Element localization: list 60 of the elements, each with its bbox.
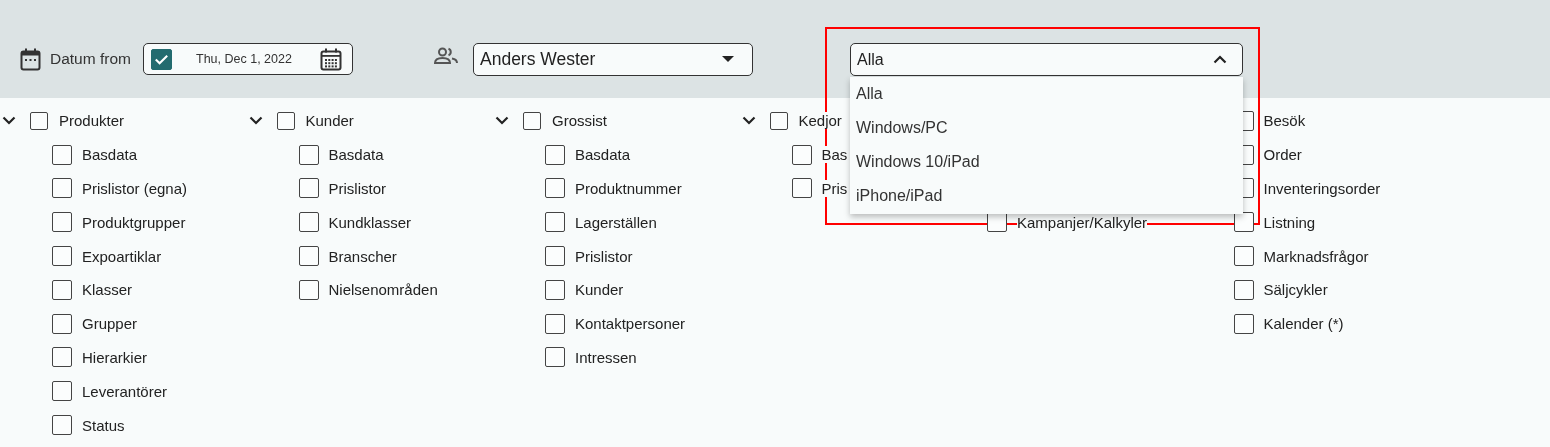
checkbox[interactable] (769, 111, 788, 130)
checkbox[interactable] (545, 178, 565, 199)
caret-icon (722, 56, 734, 63)
chevron-icon[interactable] (741, 116, 756, 126)
calendar-icon (20, 48, 41, 71)
person-select[interactable]: Anders Wester (473, 43, 753, 76)
checkbox[interactable] (545, 212, 565, 233)
menu-option[interactable]: Alla (850, 77, 1243, 111)
checkbox[interactable] (52, 144, 72, 165)
checkbox[interactable] (52, 313, 72, 334)
checkbox[interactable] (1233, 212, 1254, 233)
checkbox[interactable] (52, 381, 72, 402)
platform-select[interactable]: Alla (850, 43, 1243, 76)
checkbox[interactable] (52, 212, 72, 233)
checkbox-label: Produktnummer (575, 180, 682, 197)
checkbox[interactable] (545, 246, 565, 267)
menu-option[interactable]: Windows 10/iPad (850, 145, 1243, 179)
checkbox-label: Pris (821, 180, 848, 197)
checkbox[interactable] (1233, 279, 1254, 300)
date-label: Datum from (50, 50, 131, 68)
menu-option[interactable]: Windows/PC (850, 111, 1243, 145)
menu-option[interactable]: iPhone/iPad (850, 179, 1243, 213)
checkbox-label: Bas (821, 146, 848, 164)
group-label: Kedjor (798, 112, 842, 130)
chevron-icon[interactable] (2, 116, 16, 126)
checkbox-label: Prislistor (328, 180, 386, 197)
checkbox[interactable] (52, 347, 72, 368)
checkbox[interactable] (545, 279, 565, 300)
checkbox-label: Marknadsfrågor (1263, 247, 1369, 265)
checkbox[interactable] (523, 111, 541, 130)
checkbox[interactable] (52, 415, 72, 436)
checkbox[interactable] (298, 144, 319, 165)
people-icon (434, 47, 458, 65)
checkbox-label: Säljcykler (1263, 281, 1328, 299)
checkbox[interactable] (545, 313, 565, 334)
checkbox-label: Inventeringsorder (1263, 180, 1381, 197)
checkbox[interactable] (1233, 246, 1254, 267)
checkbox[interactable] (298, 212, 319, 233)
checkbox-label: Kontaktpersoner (575, 315, 686, 333)
checkbox-label: Kalender (*) (1263, 315, 1344, 333)
checkbox[interactable] (298, 178, 319, 199)
date-field[interactable]: Thu, Dec 1, 2022 (143, 43, 353, 75)
checkbox[interactable] (791, 144, 812, 165)
checkbox[interactable] (1233, 313, 1254, 334)
checkbox[interactable] (545, 347, 565, 368)
checkbox-label: Prislistor (egna) (82, 180, 188, 197)
checkbox[interactable] (151, 48, 172, 70)
checkbox[interactable] (298, 246, 319, 267)
checkbox[interactable] (298, 279, 319, 300)
checkbox[interactable] (52, 178, 72, 199)
checkbox[interactable] (791, 178, 812, 199)
checkbox[interactable] (276, 111, 295, 130)
chevron-icon[interactable] (495, 116, 509, 126)
calendar-icon[interactable] (320, 47, 342, 71)
checkbox[interactable] (987, 212, 1007, 233)
checkbox[interactable] (30, 111, 48, 130)
checkbox[interactable] (545, 144, 565, 165)
checkbox[interactable] (52, 246, 72, 267)
checkbox[interactable] (52, 279, 72, 300)
chevron-icon[interactable] (248, 116, 263, 126)
